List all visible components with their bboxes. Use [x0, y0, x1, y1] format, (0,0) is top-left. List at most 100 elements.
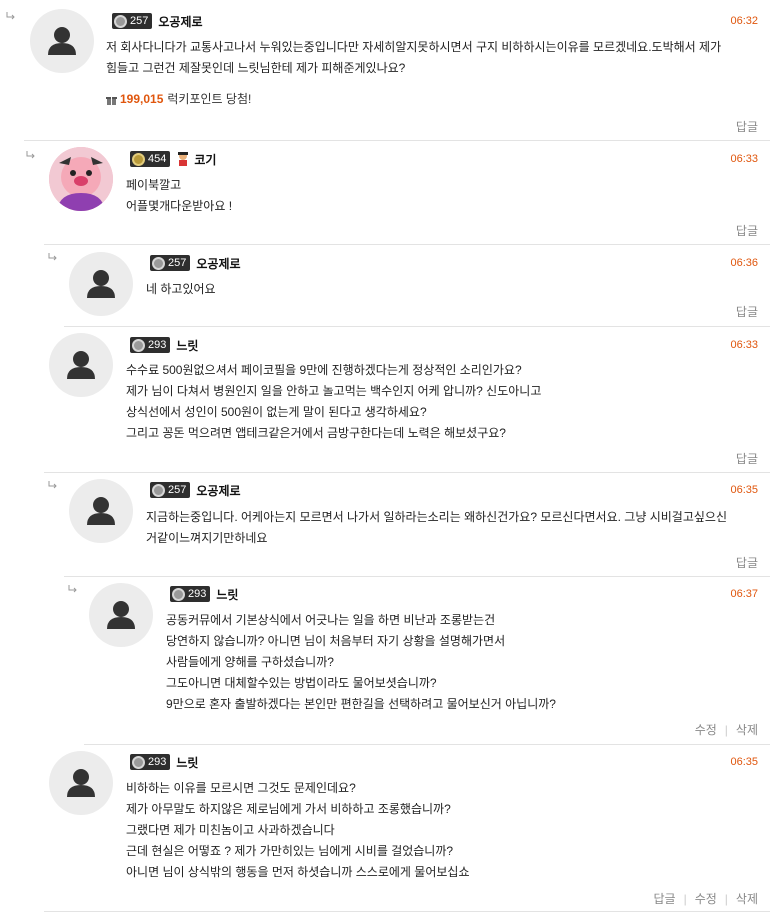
comment-line: 힘들고 그런건 제잘못인데 느릿님한테 제가 피해준게있나요? [106, 61, 406, 75]
level-badge: 257 [150, 255, 191, 271]
comment-time: 06:33 [730, 153, 758, 165]
comment-time: 06:33 [730, 339, 758, 351]
avatar[interactable] [49, 147, 113, 211]
level-medal-icon [152, 483, 165, 497]
nickname[interactable]: 코기 [194, 151, 216, 168]
nickname[interactable]: 오공제로 [158, 13, 202, 30]
nickname[interactable]: 오공제로 [196, 482, 240, 499]
comment-item: 257 오공제로 06:35 지금하는중입니다. 어케아는지 모르면서 나가서 … [48, 473, 770, 577]
comment-item: 293 느릿 06:33 수수료 500원없으셔서 페이코필을 9만에 진행하겠… [44, 327, 770, 473]
comment-line: 네 하고있어요 [146, 282, 216, 296]
level-medal-icon [132, 755, 145, 769]
reply-button[interactable]: 답글 [736, 118, 758, 135]
comment-line: 아니면 님이 상식밖의 행동을 먼저 하셧습니까 스스로에게 물어보십쇼 [126, 865, 470, 879]
comment-body: 수수료 500원없으셔서 페이코필을 9만에 진행하겠다는게 정상적인 소리인가… [126, 360, 746, 444]
gift-icon [106, 94, 117, 105]
lucky-points-value: 199,015 [120, 91, 164, 106]
comment-line: 지금하는중입니다. 어케아는지 모르면서 나가서 일하라는소리는 왜하신건가요?… [146, 510, 727, 524]
level-number: 293 [188, 588, 207, 600]
comment-time: 06:35 [730, 756, 758, 768]
edit-button[interactable]: 수정 [695, 890, 717, 907]
comment-line: 저 회사다니다가 교통사고나서 누워있는중입니다만 자세히알지못하시면서 구지 … [106, 40, 722, 54]
comment-item: 293 느릿 06:35 비하하는 이유를 모르시면 그것도 문제인데요? 제가… [44, 745, 770, 912]
level-number: 293 [148, 756, 167, 768]
reply-button[interactable]: 답글 [736, 450, 758, 467]
comment-line: 9만으로 혼자 출발하겠다는 본인만 편한길을 선택하려고 물어보신거 아닙니까… [166, 697, 556, 711]
comment-time: 06:35 [730, 484, 758, 496]
level-number: 257 [130, 15, 149, 27]
comment-item: 454 코기 06:33 페이북깔고 어플몇개다운받아요 ! 답글 [26, 141, 770, 245]
avatar[interactable] [49, 751, 113, 815]
action-divider: | [724, 891, 728, 906]
comment-body: 지금하는중입니다. 어케아는지 모르면서 나가서 일하라는소리는 왜하신건가요?… [146, 507, 766, 549]
reply-button[interactable]: 답글 [653, 890, 675, 907]
reply-arrow-icon [68, 585, 78, 593]
level-medal-icon [152, 256, 165, 270]
level-badge: 257 [112, 13, 153, 29]
comment-line: 수수료 500원없으셔서 페이코필을 9만에 진행하겠다는게 정상적인 소리인가… [126, 363, 522, 377]
level-badge: 293 [130, 337, 171, 353]
character-emoji-icon [176, 151, 190, 167]
reply-arrow-icon [26, 151, 36, 159]
comment-line: 제가 님이 다쳐서 병원인지 일을 안하고 놀고먹는 백수인지 어케 압니까? … [126, 384, 542, 398]
comment-line: 상식선에서 성인이 500원이 없는게 말이 된다고 생각하세요? [126, 405, 427, 419]
comment-line: 그랬다면 제가 미친놈이고 사과하겠습니다 [126, 823, 335, 837]
nickname[interactable]: 느릿 [176, 337, 198, 354]
delete-button[interactable]: 삭제 [736, 721, 758, 738]
comment-line: 거같이느껴지기만하네요 [146, 531, 268, 545]
level-badge: 293 [130, 754, 171, 770]
comment-body: 비하하는 이유를 모르시면 그것도 문제인데요? 제가 아무말도 하지않은 제로… [126, 778, 746, 883]
comment-item: 257 오공제로 06:32 저 회사다니다가 교통사고나서 누워있는중입니다만… [6, 0, 770, 141]
level-number: 293 [148, 339, 167, 351]
level-number: 454 [148, 153, 167, 165]
nickname[interactable]: 느릿 [216, 586, 238, 603]
reply-button[interactable]: 답글 [736, 554, 758, 571]
comment-body: 저 회사다니다가 교통사고나서 누워있는중입니다만 자세히알지못하시면서 구지 … [106, 37, 766, 79]
level-medal-icon [132, 338, 145, 352]
avatar[interactable] [69, 252, 133, 316]
comment-line: 그리고 꽁돈 먹으려면 앱테크같은거에서 금방구한다는데 노력은 해보셨구요? [126, 426, 506, 440]
level-number: 257 [168, 484, 187, 496]
comment-time: 06:36 [730, 257, 758, 269]
comment-line: 페이북깔고 [126, 178, 182, 192]
comment-body: 페이북깔고 어플몇개다운받아요 ! [126, 175, 746, 217]
level-badge: 293 [170, 586, 211, 602]
comment-line: 공동커뮤에서 기본상식에서 어긋나는 일을 하면 비난과 조롱받는건 [166, 613, 496, 627]
comment-line: 근데 현실은 어떻죠 ? 제가 가만히있는 님에게 시비를 걸었습니까? [126, 844, 454, 858]
reply-arrow-icon [6, 12, 16, 20]
comment-time: 06:37 [730, 588, 758, 600]
reply-button[interactable]: 답글 [736, 303, 758, 320]
delete-button[interactable]: 삭제 [736, 890, 758, 907]
reply-arrow-icon [48, 481, 58, 489]
comment-body: 네 하고있어요 [146, 279, 746, 300]
lucky-points-label: 럭키포인트 당첨! [167, 92, 252, 106]
nickname[interactable]: 느릿 [176, 754, 198, 771]
comment-line: 비하하는 이유를 모르시면 그것도 문제인데요? [126, 781, 356, 795]
level-number: 257 [168, 257, 187, 269]
comment-item: 293 느릿 06:37 공동커뮤에서 기본상식에서 어긋나는 일을 하면 비난… [68, 577, 770, 745]
action-divider: | [683, 891, 687, 906]
comment-item: 257 오공제로 06:36 네 하고있어요 답글 [48, 245, 770, 327]
level-medal-icon [132, 152, 145, 166]
comment-line: 그도아니면 대체할수있는 방법이라도 물어보셧습니까? [166, 676, 437, 690]
comment-line: 제가 아무말도 하지않은 제로님에게 가서 비하하고 조롱했습니까? [126, 802, 451, 816]
level-medal-icon [172, 587, 185, 601]
level-badge: 257 [150, 482, 191, 498]
avatar[interactable] [49, 333, 113, 397]
comment-line: 사람들에게 양해를 구하셨습니까? [166, 655, 334, 669]
comment-time: 06:32 [730, 15, 758, 27]
edit-button[interactable]: 수정 [695, 721, 717, 738]
avatar[interactable] [69, 479, 133, 543]
reply-arrow-icon [48, 253, 58, 261]
lucky-point: 199,015 럭키포인트 당첨! [106, 90, 251, 107]
level-badge: 454 [130, 151, 171, 167]
comment-line: 어플몇개다운받아요 ! [126, 199, 233, 213]
action-divider: | [724, 722, 728, 737]
avatar[interactable] [30, 9, 94, 73]
reply-button[interactable]: 답글 [736, 222, 758, 239]
level-medal-icon [114, 14, 127, 28]
comment-line: 당연하지 않습니까? 아니면 님이 처음부터 자기 상황을 설명해가면서 [166, 634, 506, 648]
nickname[interactable]: 오공제로 [196, 255, 240, 272]
comment-body: 공동커뮤에서 기본상식에서 어긋나는 일을 하면 비난과 조롱받는건 당연하지 … [166, 610, 756, 715]
avatar[interactable] [89, 583, 153, 647]
